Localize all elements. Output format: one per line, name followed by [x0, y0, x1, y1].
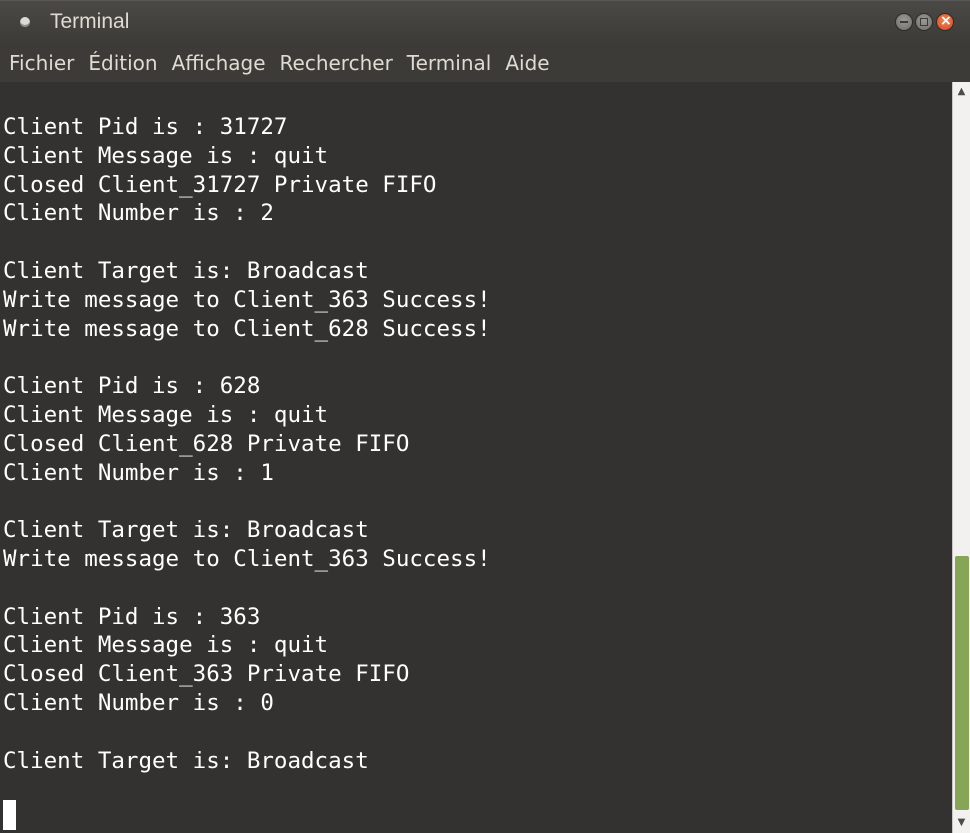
terminal-line: Client Message is : quit	[3, 632, 329, 659]
terminal-line: Closed Client_628 Private FIFO	[3, 430, 410, 457]
terminal-line: Client Message is : quit	[3, 401, 329, 428]
maximize-button[interactable]	[915, 13, 933, 31]
terminal-line: Client Target is: Broadcast	[3, 257, 369, 284]
terminal-line: Client Pid is : 628	[3, 373, 261, 400]
vertical-scrollbar[interactable]: ▲ ▼	[952, 82, 970, 833]
menu-bar: Fichier Édition Affichage Rechercher Ter…	[0, 44, 970, 82]
scrollbar-thumb[interactable]	[955, 556, 969, 810]
menu-aide[interactable]: Aide	[498, 51, 556, 75]
menu-fichier[interactable]: Fichier	[2, 51, 81, 75]
window-title: Terminal	[50, 10, 130, 33]
terminal-output-area[interactable]: Client Pid is : 31727 Client Message is :…	[0, 82, 952, 833]
terminal-line: Client Message is : quit	[3, 142, 329, 169]
terminal-window: Terminal Fichier Édition Affichage Reche…	[0, 0, 970, 833]
terminal-line: Write message to Client_363 Success!	[3, 286, 491, 313]
terminal-line: Write message to Client_628 Success!	[3, 315, 491, 342]
menu-terminal[interactable]: Terminal	[400, 51, 499, 75]
terminal-line: Client Number is : 2	[3, 200, 274, 227]
terminal-line: Client Target is: Broadcast	[3, 517, 369, 544]
terminal-text: Client Pid is : 31727 Client Message is :…	[3, 113, 491, 775]
scroll-down-icon[interactable]: ▼	[953, 813, 970, 833]
close-button[interactable]	[936, 12, 954, 31]
terminal-line: Client Number is : 1	[3, 459, 274, 486]
menu-rechercher[interactable]: Rechercher	[273, 51, 400, 75]
menu-edition[interactable]: Édition	[81, 51, 164, 75]
terminal-line: Client Number is : 0	[3, 689, 274, 716]
terminal-line: Closed Client_363 Private FIFO	[3, 661, 410, 688]
terminal-app-icon	[20, 17, 30, 27]
title-bar[interactable]: Terminal	[0, 0, 970, 44]
minimize-button[interactable]	[895, 13, 913, 31]
scroll-up-icon[interactable]: ▲	[953, 82, 970, 102]
terminal-line: Client Pid is : 363	[3, 603, 261, 630]
terminal-line: Client Target is: Broadcast	[3, 747, 369, 774]
terminal-line: Client Pid is : 31727	[3, 114, 288, 140]
menu-affichage[interactable]: Affichage	[165, 51, 273, 75]
text-cursor	[3, 800, 16, 830]
terminal-line: Write message to Client_363 Success!	[3, 545, 491, 572]
terminal-line: Closed Client_31727 Private FIFO	[3, 171, 437, 198]
